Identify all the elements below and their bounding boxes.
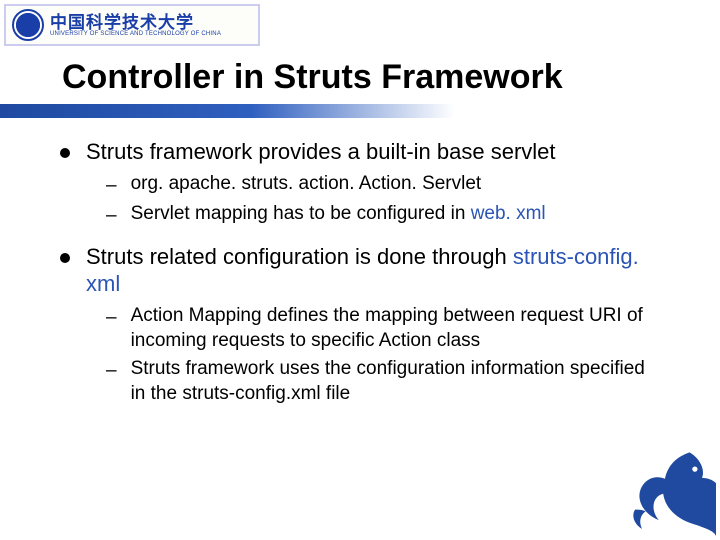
bullet-level2: – Struts framework uses the configuratio… [106, 357, 660, 406]
bullet-text: Struts framework provides a built-in bas… [86, 138, 556, 166]
bullet-level2: – Servlet mapping has to be configured i… [106, 202, 660, 229]
bullet-text: Struts related configuration is done thr… [86, 243, 660, 298]
bullet-level1: Struts related configuration is done thr… [60, 243, 660, 298]
bullet-dash-icon: – [106, 204, 117, 229]
bullet-dot-icon [60, 253, 70, 263]
university-text: 中国科学技术大学 UNIVERSITY OF SCIENCE AND TECHN… [50, 14, 221, 37]
university-logo-bar: 中国科学技术大学 UNIVERSITY OF SCIENCE AND TECHN… [4, 4, 260, 46]
bullet-dot-icon [60, 148, 70, 158]
university-name-cn: 中国科学技术大学 [50, 14, 221, 31]
bullet-level2: – org. apache. struts. action. Action. S… [106, 172, 660, 199]
bullet-text: Struts framework uses the configuration … [131, 357, 660, 406]
title-underline [0, 104, 455, 118]
sub-bullet-group: – Action Mapping defines the mapping bet… [106, 304, 660, 407]
bullet-level2: – Action Mapping defines the mapping bet… [106, 304, 660, 353]
bullet-level1: Struts framework provides a built-in bas… [60, 138, 660, 166]
bullet-dash-icon: – [106, 306, 117, 353]
bullet-text: Action Mapping defines the mapping betwe… [131, 304, 660, 353]
accent-text: web. xml [471, 203, 546, 224]
bullet-dash-icon: – [106, 174, 117, 199]
sub-bullet-group: – org. apache. struts. action. Action. S… [106, 172, 660, 229]
dragon-watermark-icon [628, 448, 716, 536]
university-name-en: UNIVERSITY OF SCIENCE AND TECHNOLOGY OF … [50, 31, 221, 37]
slide-title: Controller in Struts Framework [62, 58, 563, 97]
slide-content: Struts framework provides a built-in bas… [60, 138, 660, 421]
bullet-dash-icon: – [106, 359, 117, 406]
bullet-text: Servlet mapping has to be configured in … [131, 202, 546, 229]
bullet-text: org. apache. struts. action. Action. Ser… [131, 172, 482, 199]
university-seal-icon [12, 9, 44, 41]
